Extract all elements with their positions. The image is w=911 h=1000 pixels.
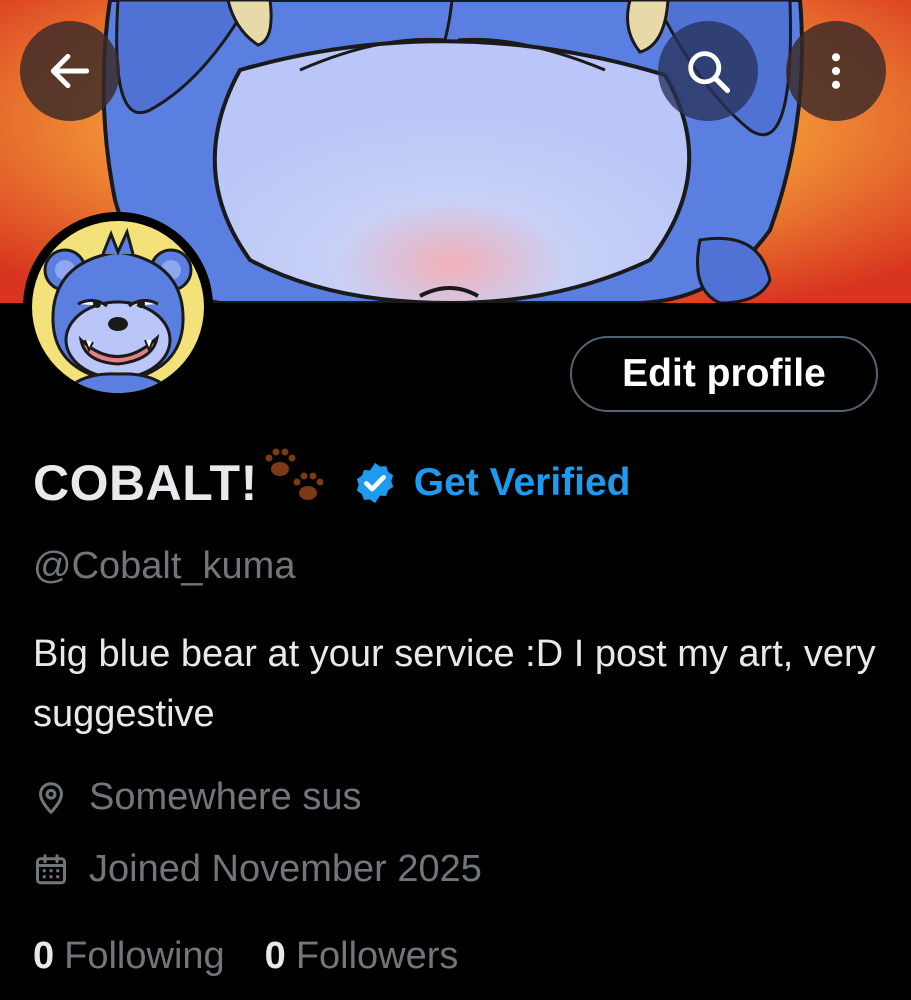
calendar-icon — [36, 853, 66, 884]
following-count: 0 — [33, 935, 55, 977]
arrow-left-icon — [50, 53, 90, 89]
followers-label: Followers — [295, 935, 459, 977]
location-text: Somewhere sus — [89, 776, 362, 818]
joined-date-text: Joined November 2025 — [89, 848, 482, 890]
following-link[interactable]: 0 Following — [33, 935, 225, 978]
paw-prints-icon — [260, 445, 330, 511]
profile-bio: Big blue bear at your service :D I post … — [33, 633, 876, 735]
profile-avatar[interactable] — [23, 212, 213, 402]
search-icon — [688, 51, 731, 94]
get-verified-link[interactable]: Get Verified — [414, 461, 631, 505]
joined-row: Joined November 2025 — [33, 848, 482, 891]
follow-stats: 0 Following 0 Followers — [33, 935, 458, 978]
location-row: Somewhere sus — [33, 776, 361, 819]
followers-link[interactable]: 0 Followers — [265, 935, 459, 978]
bear-avatar-image — [23, 212, 213, 402]
verified-badge-icon[interactable] — [352, 460, 398, 506]
search-button[interactable] — [658, 21, 758, 121]
more-options-button[interactable] — [786, 21, 886, 121]
back-button[interactable] — [20, 21, 120, 121]
name-row: COBALT! Get Verified — [33, 448, 631, 518]
followers-count: 0 — [264, 935, 286, 977]
more-vertical-icon — [831, 53, 841, 89]
location-pin-icon — [38, 781, 64, 814]
edit-profile-button[interactable]: Edit profile — [570, 336, 878, 412]
display-name: COBALT! — [33, 455, 258, 511]
user-handle: @Cobalt_kuma — [33, 545, 296, 587]
following-label: Following — [64, 935, 225, 977]
